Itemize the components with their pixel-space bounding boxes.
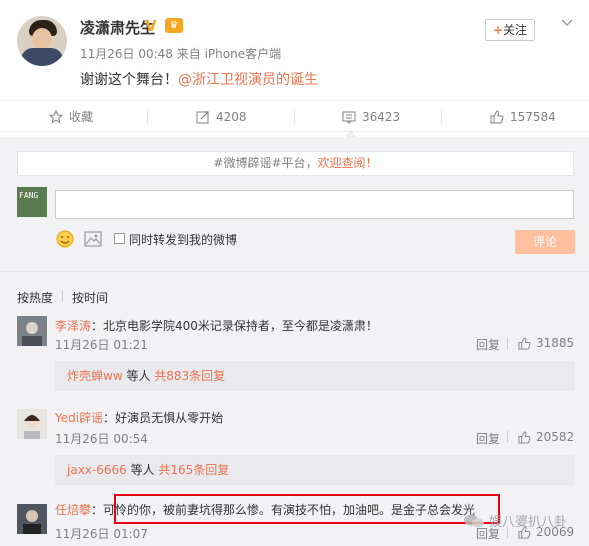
sub-reply-more-link[interactable]: 共883条回复 (154, 369, 225, 383)
commenter-avatar[interactable] (17, 504, 47, 534)
commenter-name[interactable]: 任焙攀 (55, 503, 91, 517)
post-mention-link[interactable]: @浙江卫视演员的诞生 (178, 72, 318, 88)
follow-label: 关注 (503, 23, 528, 37)
forward-checkbox-label: 同时转发到我的微博 (129, 233, 238, 247)
post-meta: 11月26日 00:48 来自 iPhone客户端 (80, 47, 282, 61)
favorite-label: 收藏 (69, 110, 94, 124)
comment-time: 11月26日 01:21 (55, 338, 148, 352)
post-action-bar: 收藏 4208 36423 157584 (0, 100, 589, 132)
follow-button[interactable]: +关注 (485, 19, 535, 41)
watermark: 娱八婆扒八卦 (463, 511, 567, 530)
comment-time: 11月26日 00:54 (55, 432, 148, 446)
comment-like-button[interactable]: 20582 (518, 430, 574, 444)
watermark-text: 娱八婆扒八卦 (489, 515, 568, 530)
comment-input[interactable] (55, 190, 574, 219)
sub-reply-mid: 等人 (122, 369, 155, 383)
sub-reply-summary[interactable]: 炸壳蝉ww 等人 共883条回复 (55, 361, 575, 391)
thumbs-up-icon (518, 430, 531, 444)
star-icon (49, 110, 63, 124)
thumbs-up-icon (518, 336, 531, 350)
vip-crown-icon: ♛ (165, 18, 183, 33)
plus-icon: + (492, 23, 504, 37)
comment-like-count: 31885 (536, 336, 575, 350)
sub-reply-user[interactable]: 炸壳蝉ww (67, 369, 123, 383)
post-text: 谢谢这个舞台！@浙江卫视演员的诞生 (80, 69, 318, 89)
comment-icon (342, 111, 356, 124)
forward-checkbox[interactable] (114, 233, 125, 244)
sub-reply-user[interactable]: jaxx-6666 (67, 463, 127, 477)
commenter-name[interactable]: Yedi辟谣 (55, 411, 103, 425)
sort-by-time-tab[interactable]: 按时间 (72, 289, 108, 306)
commenter-name[interactable]: 李泽涛 (55, 319, 91, 333)
thumbs-up-icon (490, 110, 504, 124)
comment-text: Yedi辟谣：好演员无惧从零开始 (55, 409, 223, 426)
comment-time: 11月26日 01:07 (55, 527, 148, 541)
image-icon[interactable] (84, 231, 102, 247)
submit-comment-button[interactable]: 评论 (515, 230, 575, 254)
poster-avatar[interactable] (17, 16, 67, 66)
comment-like-count: 20582 (536, 430, 575, 444)
poster-username[interactable]: 凌潇肃先生 (80, 17, 155, 38)
chevron-down-icon[interactable] (560, 16, 574, 30)
comment-like-button[interactable]: 31885 (518, 336, 574, 350)
verified-badge-icon: V (145, 17, 157, 35)
my-avatar: FANG (17, 187, 47, 217)
post-text-body: 谢谢这个舞台！ (80, 72, 178, 88)
reply-button[interactable]: 回复 (476, 430, 500, 447)
divider (0, 271, 589, 272)
forward-icon (196, 111, 209, 124)
wechat-icon (464, 514, 484, 527)
comment-action[interactable]: 36423 (342, 101, 400, 133)
comment-body: ：好演员无惧从零开始 (103, 411, 224, 425)
notice-text: #微博辟谣#平台， (213, 156, 318, 170)
favorite-action[interactable]: 收藏 (49, 101, 93, 133)
forward-count: 4208 (216, 110, 247, 124)
comments-panel: #微博辟谣#平台，欢迎查阅！ FANG 同时转发到我的微博 评论 按热度 按时间… (0, 137, 589, 546)
reply-button[interactable]: 回复 (476, 336, 500, 353)
notice-link[interactable]: 欢迎查阅！ (318, 156, 378, 170)
sub-reply-more-link[interactable]: 共165条回复 (158, 463, 229, 477)
sort-by-hot-tab[interactable]: 按热度 (17, 289, 53, 306)
emoji-icon[interactable] (56, 230, 74, 248)
comment-body: ：北京电影学院400米记录保持者，至今都是凌潇肃！ (91, 319, 378, 333)
comment-count: 36423 (362, 110, 401, 124)
rumor-notice-banner[interactable]: #微博辟谣#平台，欢迎查阅！ (17, 151, 574, 176)
highlight-box (114, 494, 500, 524)
like-action[interactable]: 157584 (490, 101, 556, 133)
weibo-post: 凌潇肃先生 V ♛ 11月26日 00:48 来自 iPhone客户端 谢谢这个… (0, 0, 589, 100)
commenter-avatar[interactable] (17, 316, 47, 346)
sub-reply-summary[interactable]: jaxx-6666 等人 共165条回复 (55, 455, 575, 485)
comment-text: 李泽涛：北京电影学院400米记录保持者，至今都是凌潇肃！ (55, 317, 378, 334)
like-count: 157584 (510, 110, 556, 124)
sub-reply-mid: 等人 (126, 463, 159, 477)
forward-action[interactable]: 4208 (196, 101, 247, 133)
commenter-avatar[interactable] (17, 409, 47, 439)
